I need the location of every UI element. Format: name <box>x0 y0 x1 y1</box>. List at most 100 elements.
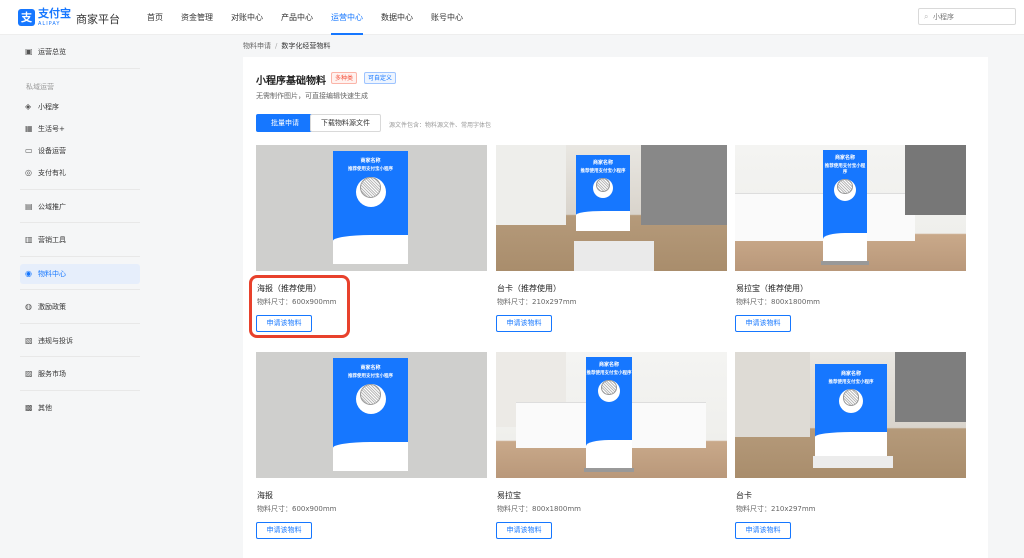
nav-reconciliation[interactable]: 对账中心 <box>222 0 272 35</box>
logo-subtext: ALIPAY <box>38 21 61 27</box>
poster-footer <box>333 234 408 264</box>
material-thumbnail[interactable]: 商家名称 推荐使用支付宝小程序 <box>735 352 966 478</box>
poster-image: 商家名称 推荐使用支付宝小程序 <box>333 358 408 471</box>
download-source-button[interactable]: 下载物料源文件 <box>310 114 381 132</box>
gift-icon: ◎ <box>25 168 32 177</box>
rollup-base <box>821 261 869 265</box>
poster-subtitle: 推荐使用支付宝小程序 <box>828 379 874 385</box>
material-thumbnail[interactable]: 商家名称 推荐使用支付宝小程序 <box>256 145 487 271</box>
nav-products[interactable]: 产品中心 <box>272 0 322 35</box>
sidebar-divider <box>20 68 140 69</box>
poster-subtitle: 推荐使用支付宝小程序 <box>580 169 626 175</box>
page-description: 无需制作图片，可直接编辑快速生成 <box>256 92 368 100</box>
life-account-icon: ▦ <box>25 124 33 133</box>
sidebar-divider <box>20 356 140 357</box>
sidebar: ▣ 运营总览 私域运营 ◈ 小程序 ▦ 生活号+ ▭ 设备运营 ◎ 支付有礼 ▤ 公域推广 … <box>0 36 148 558</box>
search-input[interactable] <box>933 10 1013 23</box>
sidebar-item-label: 支付有礼 <box>38 169 66 177</box>
sidebar-item-label: 激励政策 <box>38 303 66 311</box>
marketing-icon: ▥ <box>25 235 33 244</box>
sidebar-item-miniprogram[interactable]: ◈ 小程序 <box>20 97 140 117</box>
scene-monitor <box>905 145 966 215</box>
logo-text: 支付宝 <box>38 7 71 20</box>
top-bar: 支 支付宝 ALIPAY 商家平台 首页 资金管理 对账中心 产品中心 运营中心… <box>0 0 1024 35</box>
poster-image: 商家名称 推荐使用支付宝小程序 <box>333 151 408 264</box>
sidebar-item-material[interactable]: ◉ 物料中心 <box>20 264 140 284</box>
sidebar-item-service-market[interactable]: ▨ 服务市场 <box>20 364 140 384</box>
nav-operations[interactable]: 运营中心 <box>322 0 372 35</box>
nav-funds[interactable]: 资金管理 <box>172 0 222 35</box>
poster-title: 商家名称 <box>840 370 861 377</box>
sidebar-item-label: 其他 <box>38 404 52 412</box>
poster-title: 商家名称 <box>360 365 381 371</box>
qr-code-icon <box>355 383 386 414</box>
desk-card-image: 商家名称 推荐使用支付宝小程序 <box>576 155 630 231</box>
search-icon: ⌕ <box>924 12 929 21</box>
poster-title: 商家名称 <box>360 158 381 164</box>
sidebar-item-complaint[interactable]: ▧ 违规与投诉 <box>20 331 140 351</box>
poster-subtitle: 推荐使用支付宝小程序 <box>824 163 866 175</box>
rollup-base <box>584 468 634 472</box>
desk-card-stand <box>813 456 893 468</box>
apply-material-button[interactable]: 申请该物料 <box>735 522 791 539</box>
poster-title: 商家名称 <box>592 160 613 167</box>
breadcrumb-parent[interactable]: 物料申请 <box>243 42 271 50</box>
poster-footer <box>333 441 408 471</box>
sidebar-item-label: 服务市场 <box>38 370 66 378</box>
miniprogram-icon: ◈ <box>25 102 32 111</box>
material-size: 物料尺寸：210x297mm <box>736 505 816 513</box>
sidebar-divider <box>20 289 140 290</box>
sidebar-group-label: 私域运营 <box>26 83 54 91</box>
device-icon: ▭ <box>25 146 33 155</box>
qr-code-icon <box>355 176 386 207</box>
material-thumbnail[interactable]: 商家名称 推荐使用支付宝小程序 <box>256 352 487 478</box>
sidebar-item-incentive[interactable]: ◍ 激励政策 <box>20 297 140 317</box>
batch-apply-button[interactable]: 批量申请 <box>256 114 314 132</box>
apply-material-button[interactable]: 申请该物料 <box>496 315 552 332</box>
breadcrumb: 物料申请 / 数字化经营物料 <box>243 41 330 51</box>
apply-material-button[interactable]: 申请该物料 <box>256 522 312 539</box>
material-size: 物料尺寸：800x1800mm <box>497 505 581 513</box>
apply-material-button[interactable]: 申请该物料 <box>735 315 791 332</box>
material-thumbnail[interactable]: 商家名称 推荐使用支付宝小程序 <box>735 145 966 271</box>
material-name: 易拉宝 <box>497 491 521 500</box>
nav-home[interactable]: 首页 <box>138 0 172 35</box>
breadcrumb-separator: / <box>275 42 278 50</box>
poster-footer <box>815 432 887 456</box>
apply-material-button[interactable]: 申请该物料 <box>496 522 552 539</box>
tag-customizable: 可自定义 <box>364 72 397 84</box>
sidebar-item-overview[interactable]: ▣ 运营总览 <box>20 42 140 62</box>
material-icon: ◉ <box>25 269 32 278</box>
incentive-icon: ◍ <box>25 302 32 311</box>
material-thumbnail[interactable]: 商家名称 推荐使用支付宝小程序 <box>496 145 727 271</box>
poster-title: 商家名称 <box>598 361 619 368</box>
material-thumbnail[interactable]: 商家名称 推荐使用支付宝小程序 <box>496 352 727 478</box>
material-size: 物料尺寸：600x900mm <box>257 505 337 513</box>
nav-account[interactable]: 账号中心 <box>422 0 472 35</box>
scene-person <box>735 352 810 437</box>
sidebar-item-label: 生活号+ <box>38 125 65 133</box>
breadcrumb-current: 数字化经营物料 <box>281 42 331 50</box>
poster-subtitle: 推荐使用支付宝小程序 <box>348 167 393 172</box>
sidebar-item-marketing[interactable]: ▥ 营销工具 <box>20 230 140 250</box>
search-box[interactable]: ⌕ <box>918 8 1016 25</box>
other-icon: ▩ <box>25 403 33 412</box>
sidebar-item-label: 设备运营 <box>38 147 66 155</box>
poster-footer <box>823 232 867 262</box>
alipay-logo-icon[interactable]: 支 <box>18 9 35 26</box>
sidebar-item-device[interactable]: ▭ 设备运营 <box>20 141 140 161</box>
poster-footer <box>586 439 632 469</box>
qr-code-icon <box>839 388 863 413</box>
sidebar-item-life-account[interactable]: ▦ 生活号+ <box>20 119 140 139</box>
sidebar-item-promotion[interactable]: ▤ 公域推广 <box>20 197 140 217</box>
material-name: 台卡 <box>736 491 752 500</box>
sidebar-item-label: 小程序 <box>38 103 59 111</box>
material-size: 物料尺寸：210x297mm <box>497 298 577 306</box>
qr-code-icon <box>593 178 613 199</box>
material-name: 台卡（推荐使用） <box>497 284 561 293</box>
sidebar-item-other[interactable]: ▩ 其他 <box>20 398 140 418</box>
poster-subtitle: 推荐使用支付宝小程序 <box>586 370 632 376</box>
nav-data[interactable]: 数据中心 <box>372 0 422 35</box>
sidebar-item-pay-gift[interactable]: ◎ 支付有礼 <box>20 163 140 183</box>
qr-code-icon <box>834 178 856 201</box>
